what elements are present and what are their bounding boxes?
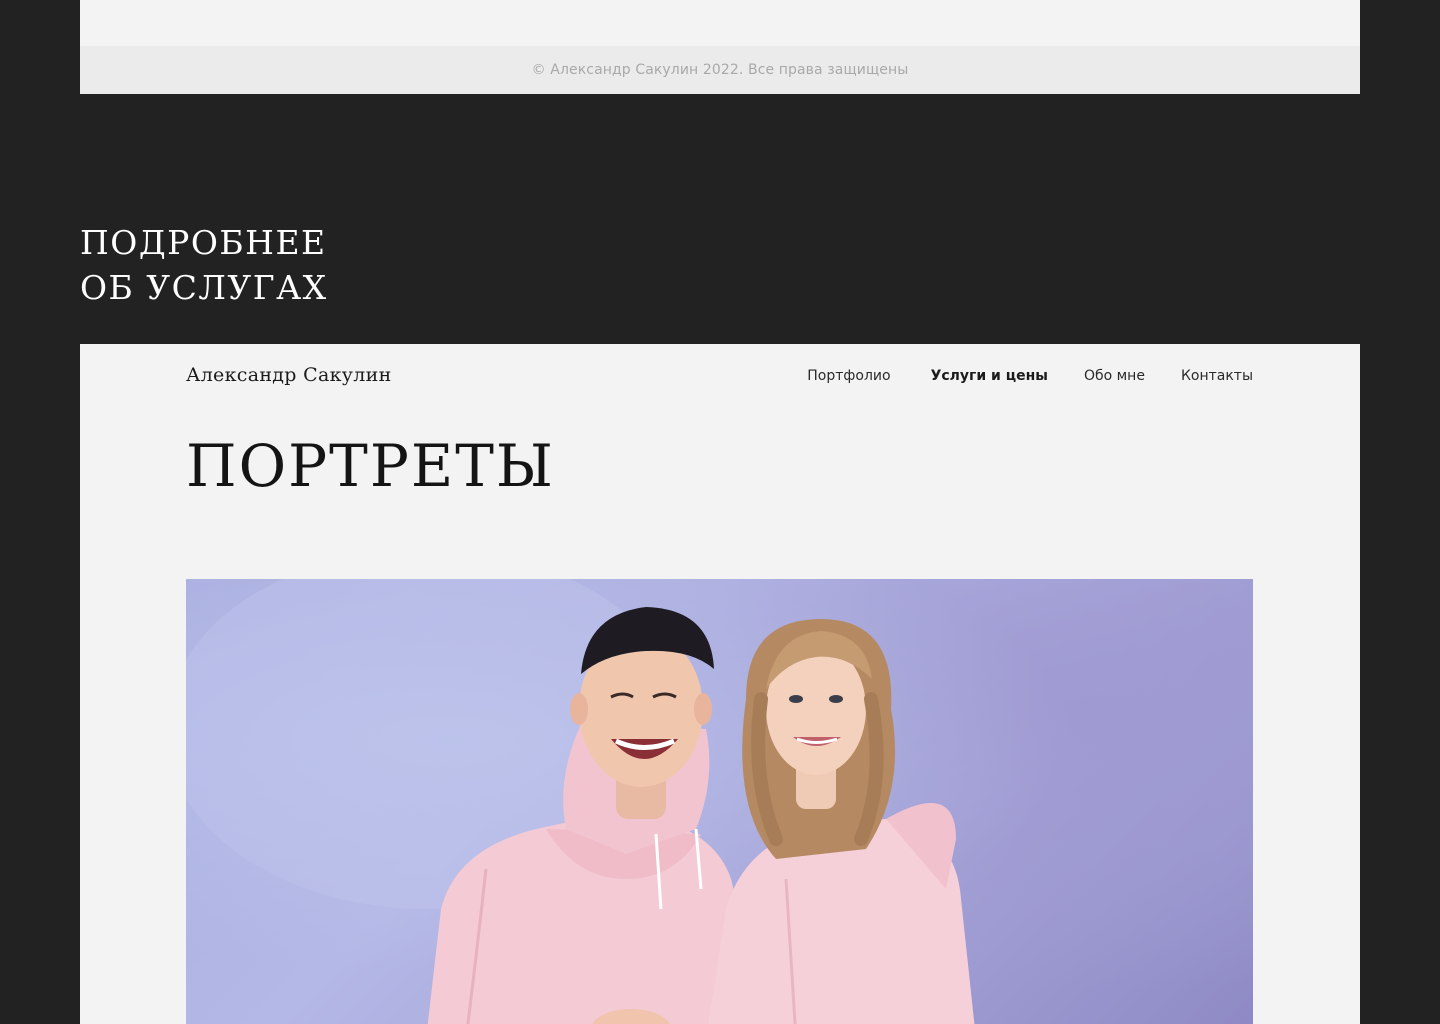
footer: © Александр Сакулин 2022. Все права защи… (80, 46, 1360, 94)
portrait-illustration (186, 579, 975, 1024)
section-heading-line-1: Подробнее (80, 223, 327, 262)
services-page-frame: Александр Сакулин Портфолио Услуги и цен… (80, 344, 1360, 1024)
page-title: Портреты (186, 432, 555, 500)
main-nav: Портфолио Услуги и цены Обо мне Контакты (807, 368, 1253, 384)
woman-figure (708, 619, 975, 1024)
section-heading-line-2: об услугах (80, 268, 328, 307)
site-logo[interactable]: Александр Сакулин (186, 364, 392, 386)
previous-page-frame: © Александр Сакулин 2022. Все права защи… (80, 0, 1360, 94)
nav-item-portfolio[interactable]: Портфолио (807, 368, 890, 384)
nav-item-contacts[interactable]: Контакты (1181, 368, 1253, 384)
footer-copyright: © Александр Сакулин 2022. Все права защи… (531, 62, 909, 78)
nav-item-services[interactable]: Услуги и цены (931, 368, 1048, 384)
section-heading: Подробнее об услугах (80, 220, 328, 310)
hero-photo (186, 579, 1253, 1024)
nav-item-about[interactable]: Обо мне (1084, 368, 1145, 384)
